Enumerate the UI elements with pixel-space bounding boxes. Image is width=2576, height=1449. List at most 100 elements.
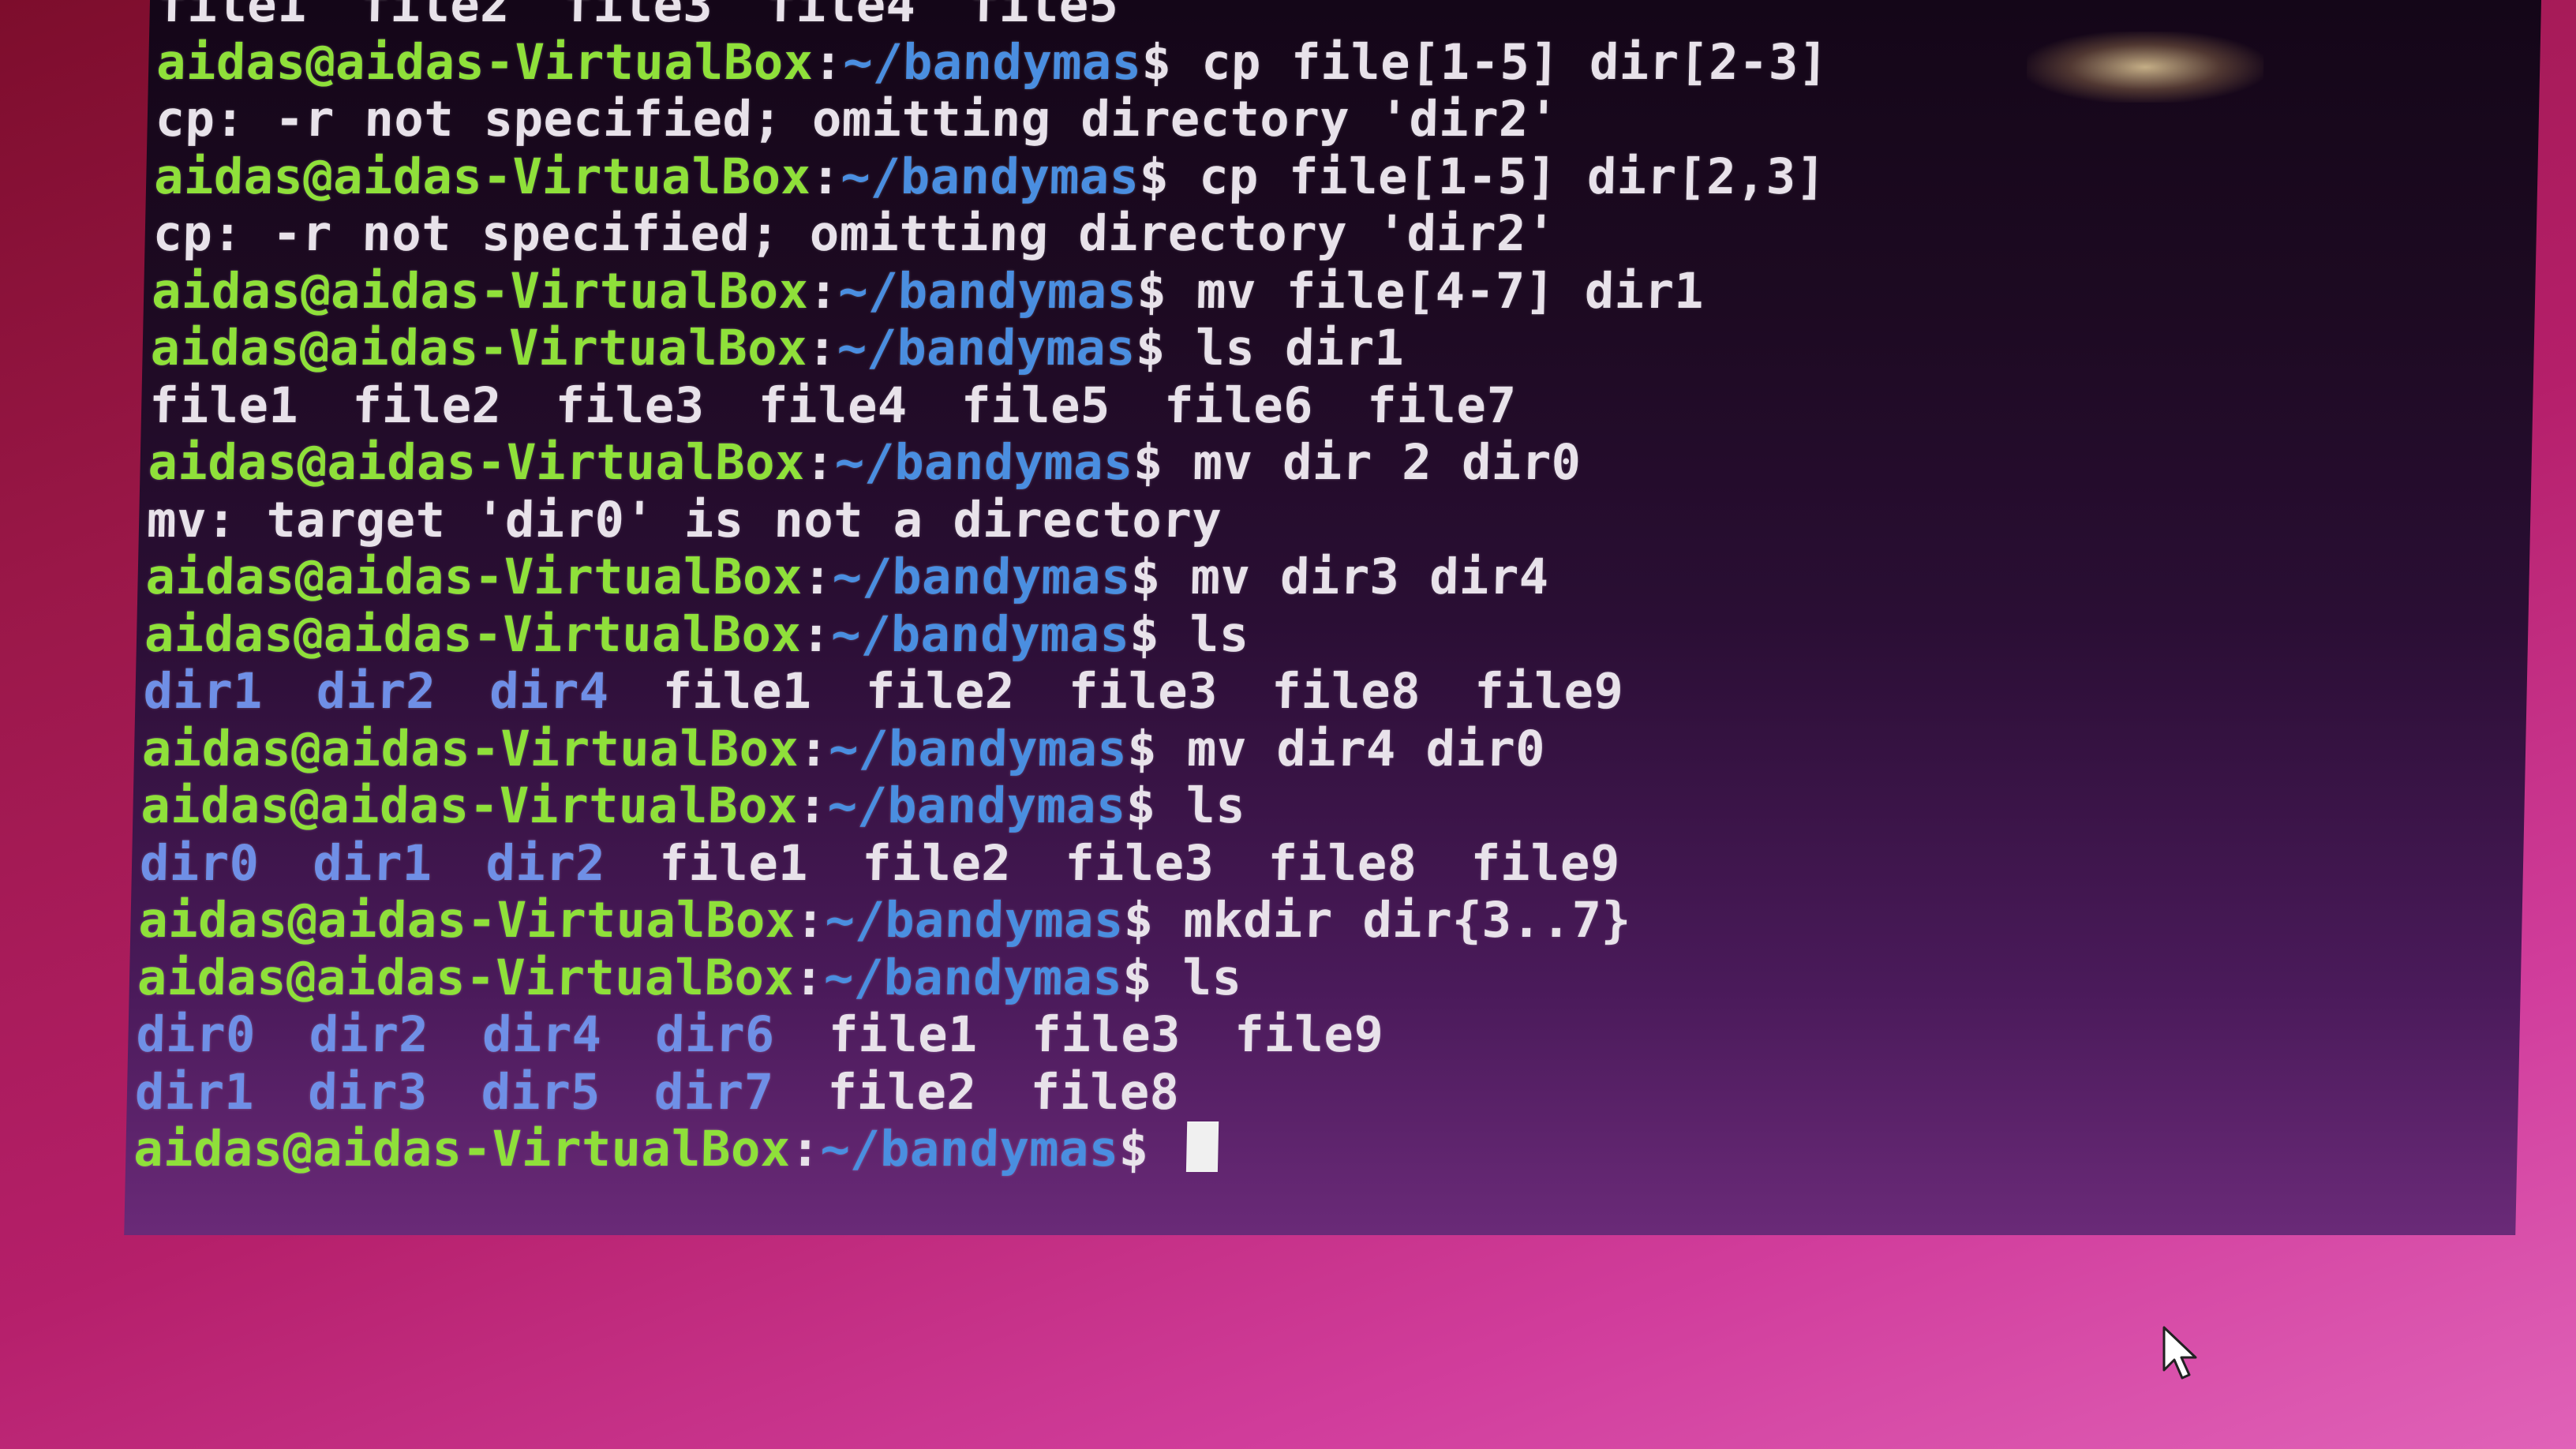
prompt-separator: : — [798, 719, 829, 777]
directory-entry: dir2 — [485, 833, 606, 892]
prompt-line: aidas@aidas-VirtualBox:~/bandymas$ cp fi… — [155, 32, 2525, 92]
prompt-symbol: $ — [1123, 891, 1155, 949]
mouse-pointer-icon — [2162, 1326, 2197, 1380]
prompt-line: aidas@aidas-VirtualBox:~/bandymas$ mv di… — [144, 548, 2514, 606]
file-entry: file1 — [157, 0, 308, 33]
command-text: ls — [1185, 777, 1247, 834]
prompt-user-host: aidas@aidas-VirtualBox — [153, 147, 812, 205]
text-cursor[interactable] — [1185, 1121, 1219, 1172]
prompt-path: ~/bandymas — [823, 948, 1124, 1006]
file-entry: file8 — [1267, 833, 1418, 892]
directory-entry: dir0 — [135, 1005, 256, 1063]
prompt-separator: : — [807, 261, 840, 320]
command-text: mkdir dir{3..7} — [1182, 891, 1632, 949]
terminal-window[interactable]: file1 file2 file3 file4 file5 aidas@aidas-Vir… — [124, 0, 2541, 1235]
command-text: cp file[1-5] dir[2-3] — [1200, 32, 1829, 91]
command-text: ls — [1189, 605, 1250, 663]
directory-entry: dir2 — [316, 662, 437, 720]
message-text: cp: -r not specified; omitting directory… — [152, 204, 1557, 262]
command-text: cp file[1-5] dir[2,3] — [1198, 147, 1827, 205]
file-entry: file4 — [757, 376, 908, 434]
ls-output-line: dir0 dir2 dir4 dir6 file1 file3 file9 — [135, 1005, 2505, 1064]
file-entry: file8 — [1029, 1062, 1181, 1121]
prompt-user-host: aidas@aidas-VirtualBox — [144, 605, 803, 663]
message-text: cp: -r not specified; omitting directory… — [155, 90, 1559, 148]
prompt-symbol: $ — [1130, 548, 1162, 605]
prompt-separator: : — [804, 433, 836, 491]
message-text: mv: target 'dir0' is not a directory — [146, 490, 1222, 549]
prompt-separator: : — [812, 32, 844, 91]
prompt-user-host: aidas@aidas-VirtualBox — [151, 261, 810, 320]
prompt-symbol: $ — [1135, 319, 1166, 376]
prompt-path: ~/bandymas — [826, 777, 1127, 834]
prompt-user-host: aidas@aidas-VirtualBox — [137, 948, 796, 1006]
prompt-path: ~/bandymas — [837, 319, 1136, 376]
file-entry: file4 — [766, 0, 917, 33]
file-entry: file2 — [861, 833, 1013, 892]
command-text: mv dir4 dir0 — [1186, 719, 1546, 777]
prompt-separator: : — [789, 1120, 822, 1178]
file-entry: file1 — [658, 833, 809, 892]
ls-output-line: dir0 dir1 dir2 file1 file2 file3 file8 file9 — [139, 833, 2508, 893]
file-entry: file9 — [1234, 1005, 1384, 1063]
prompt-user-host: aidas@aidas-VirtualBox — [155, 32, 814, 91]
ls-output-line: file1 file2 file3 file4 file5 — [157, 0, 2526, 34]
file-entry: file1 — [661, 662, 813, 720]
file-entry: file2 — [360, 0, 511, 33]
prompt-symbol: $ — [1140, 32, 1173, 91]
ls-output-line: file1 file2 file3 file4 file5 file6 file7 — [148, 376, 2518, 435]
directory-entry: dir6 — [654, 1005, 776, 1063]
file-entry: file3 — [563, 0, 714, 33]
command-text: mv dir3 dir4 — [1189, 548, 1550, 605]
file-entry: file2 — [826, 1062, 978, 1121]
prompt-path: ~/bandymas — [830, 605, 1131, 663]
prompt-line: aidas@aidas-VirtualBox:~/bandymas$ ls — [137, 949, 2506, 1007]
prompt-line: aidas@aidas-VirtualBox:~/bandymas$ mv di… — [141, 719, 2510, 778]
prompt-line: aidas@aidas-VirtualBox:~/bandymas$ ls — [144, 605, 2513, 664]
directory-entry: dir2 — [309, 1005, 429, 1063]
prompt-path: ~/bandymas — [842, 32, 1143, 91]
prompt-path: ~/bandymas — [840, 147, 1140, 205]
prompt-symbol: $ — [1118, 1120, 1150, 1178]
file-entry: file3 — [1068, 662, 1219, 720]
file-entry: file3 — [1064, 833, 1215, 892]
directory-entry: dir7 — [653, 1062, 775, 1121]
prompt-symbol: $ — [1136, 261, 1168, 320]
prompt-user-host: aidas@aidas-VirtualBox — [144, 548, 803, 605]
prompt-user-host: aidas@aidas-VirtualBox — [137, 891, 796, 949]
file-entry: file2 — [864, 662, 1016, 720]
file-entry: file9 — [1473, 662, 1625, 720]
prompt-symbol: $ — [1125, 777, 1157, 834]
directory-entry: dir0 — [139, 833, 260, 892]
prompt-path: ~/bandymas — [824, 891, 1125, 949]
prompt-symbol: $ — [1138, 147, 1170, 205]
prompt-path: ~/bandymas — [819, 1120, 1120, 1178]
prompt-line: aidas@aidas-VirtualBox:~/bandymas$ — [133, 1120, 2503, 1178]
prompt-path: ~/bandymas — [828, 719, 1129, 777]
prompt-line: aidas@aidas-VirtualBox:~/bandymas$ mkdir… — [137, 891, 2507, 949]
message-line: cp: -r not specified; omitting directory… — [155, 90, 2524, 148]
prompt-separator: : — [795, 891, 826, 949]
file-entry: file3 — [1031, 1005, 1181, 1063]
prompt-path: ~/bandymas — [831, 548, 1132, 605]
command-text: mv file[4-7] dir1 — [1196, 261, 1705, 320]
directory-entry: dir3 — [307, 1062, 429, 1121]
file-entry: file2 — [351, 376, 503, 434]
prompt-symbol: $ — [1121, 948, 1153, 1006]
prompt-separator: : — [800, 605, 832, 663]
prompt-line: aidas@aidas-VirtualBox:~/bandymas$ mv fi… — [151, 261, 2521, 320]
file-entry: file1 — [148, 376, 300, 434]
prompt-separator: : — [807, 319, 838, 376]
prompt-separator: : — [793, 948, 825, 1006]
prompt-line: aidas@aidas-VirtualBox:~/bandymas$ cp fi… — [154, 148, 2523, 206]
prompt-user-host: aidas@aidas-VirtualBox — [140, 777, 799, 834]
prompt-separator: : — [802, 548, 833, 605]
file-entry: file6 — [1163, 376, 1314, 434]
ls-output-line: dir1 dir2 dir4 file1 file2 file3 file8 file9 — [143, 662, 2512, 721]
prompt-user-host: aidas@aidas-VirtualBox — [141, 719, 800, 777]
prompt-user-host: aidas@aidas-VirtualBox — [147, 433, 806, 491]
directory-entry: dir4 — [481, 1005, 603, 1063]
prompt-path: ~/bandymas — [834, 433, 1134, 491]
ls-output-line: dir1 dir3 dir5 dir7 file2 file8 — [134, 1062, 2503, 1121]
directory-entry: dir1 — [312, 833, 433, 892]
